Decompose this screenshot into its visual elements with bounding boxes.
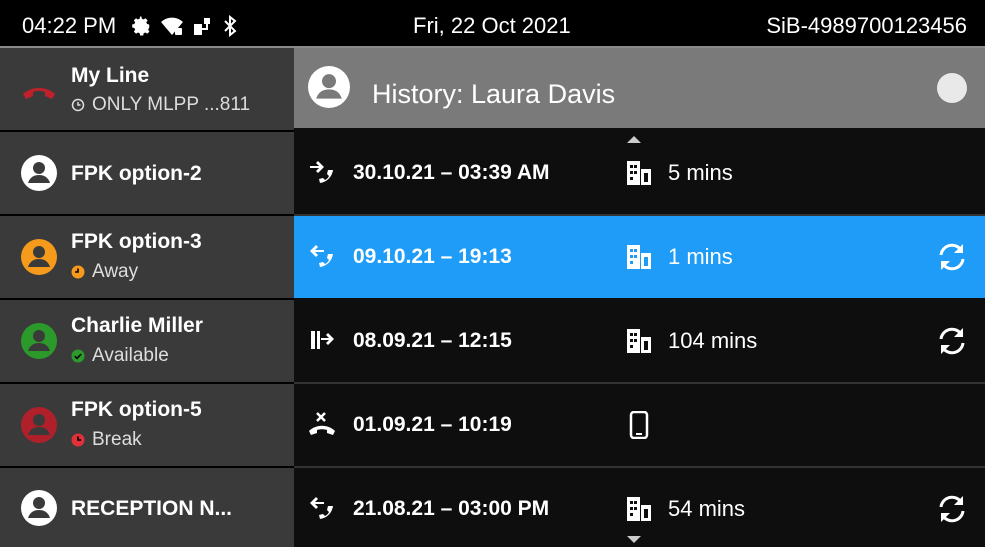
line-name: My Line bbox=[71, 64, 150, 87]
call-duration: 5 mins bbox=[668, 160, 733, 185]
missed-call-icon bbox=[309, 412, 335, 435]
status-time: 04:22 PM bbox=[22, 13, 117, 38]
sync-icon[interactable] bbox=[935, 324, 969, 358]
outgoing-forwarded-icon bbox=[310, 245, 333, 267]
call-datetime: 21.08.21 – 03:00 PM bbox=[353, 497, 550, 520]
network-icon bbox=[194, 18, 211, 35]
transferred-icon bbox=[311, 331, 334, 349]
call-datetime: 01.09.21 – 10:19 bbox=[353, 413, 512, 436]
line-key-fpk-option-5[interactable]: FPK option-5 Break bbox=[0, 384, 294, 466]
line-key-reception[interactable]: RECEPTION N... bbox=[0, 468, 294, 547]
avatar-icon bbox=[21, 239, 57, 275]
building-icon bbox=[627, 161, 651, 185]
line-status-text: ONLY MLPP ...811 bbox=[92, 94, 251, 115]
row-divider bbox=[0, 130, 294, 132]
break-icon bbox=[71, 433, 85, 447]
status-icons bbox=[130, 15, 238, 37]
line-name: Charlie Miller bbox=[71, 314, 203, 337]
line-status: Break bbox=[71, 429, 142, 451]
history-entry[interactable]: 01.09.21 – 10:19 bbox=[294, 384, 985, 466]
line-status: Available bbox=[71, 345, 169, 367]
line-key-fpk-option-2[interactable]: FPK option-2 bbox=[0, 132, 294, 214]
line-name: FPK option-2 bbox=[71, 162, 202, 185]
line-name: FPK option-5 bbox=[71, 398, 202, 421]
avatar-icon bbox=[21, 407, 57, 443]
row-divider bbox=[0, 466, 294, 468]
mobile-icon bbox=[629, 411, 649, 439]
away-icon bbox=[71, 265, 85, 279]
line-status: ONLY MLPP ...811 bbox=[71, 94, 250, 116]
line-key-charlie-miller[interactable]: Charlie Miller Available bbox=[0, 300, 294, 382]
line-name: RECEPTION N... bbox=[71, 497, 233, 520]
row-divider bbox=[0, 214, 294, 216]
line-name: FPK option-3 bbox=[71, 230, 202, 253]
history-panel: History: Laura Davis 30.10.21 – 03:39 AM… bbox=[294, 48, 985, 547]
sync-icon[interactable] bbox=[935, 492, 969, 526]
line-status-text: Away bbox=[92, 261, 139, 282]
line-key-fpk-option-3[interactable]: FPK option-3 Away bbox=[0, 216, 294, 298]
avatar-icon bbox=[21, 490, 57, 526]
call-datetime: 09.10.21 – 19:13 bbox=[353, 245, 512, 268]
avatar-icon bbox=[21, 155, 57, 191]
call-duration: 54 mins bbox=[668, 496, 746, 521]
line-status-text: Break bbox=[92, 429, 142, 450]
presence-dot-icon bbox=[937, 73, 967, 103]
building-icon bbox=[627, 329, 651, 353]
bluetooth-icon bbox=[224, 15, 237, 37]
row-divider bbox=[0, 382, 294, 384]
history-entry[interactable]: 08.09.21 – 12:15 104 mins bbox=[294, 300, 985, 382]
scroll-down-icon[interactable] bbox=[627, 536, 641, 543]
avatar-icon bbox=[308, 66, 350, 108]
avatar-icon bbox=[21, 323, 57, 359]
history-entry[interactable]: 30.10.21 – 03:39 AM 5 mins bbox=[294, 132, 985, 214]
call-duration: 1 mins bbox=[668, 244, 733, 269]
handset-icon bbox=[23, 88, 55, 99]
line-key-my-line[interactable]: My Line ONLY MLPP ...811 bbox=[0, 48, 294, 130]
wifi-icon bbox=[161, 17, 184, 35]
outgoing-forwarded-icon bbox=[310, 497, 333, 519]
sync-icon[interactable] bbox=[935, 240, 969, 274]
incoming-forwarded-icon bbox=[310, 161, 333, 183]
row-divider bbox=[0, 298, 294, 300]
building-icon bbox=[627, 245, 651, 269]
available-icon bbox=[71, 349, 85, 363]
device-number: SiB-4989700123456 bbox=[766, 13, 967, 38]
clock-icon bbox=[71, 98, 85, 112]
call-datetime: 30.10.21 – 03:39 AM bbox=[353, 161, 550, 184]
history-header: History: Laura Davis bbox=[294, 48, 985, 128]
line-status-text: Available bbox=[92, 345, 169, 366]
call-datetime: 08.09.21 – 12:15 bbox=[353, 329, 512, 352]
call-duration: 104 mins bbox=[668, 328, 758, 353]
gear-icon bbox=[132, 16, 150, 36]
status-time-group: 04:22 PM bbox=[22, 13, 238, 39]
line-status: Away bbox=[71, 261, 138, 283]
building-icon bbox=[627, 497, 651, 521]
status-date: Fri, 22 Oct 2021 bbox=[413, 13, 571, 38]
history-entry-selected[interactable]: 09.10.21 – 19:13 1 mins bbox=[294, 216, 985, 298]
status-bar: 04:22 PM Fri, 22 Oct 2021 SiB-4989700123… bbox=[0, 0, 985, 50]
history-title: History: Laura Davis bbox=[372, 79, 616, 109]
